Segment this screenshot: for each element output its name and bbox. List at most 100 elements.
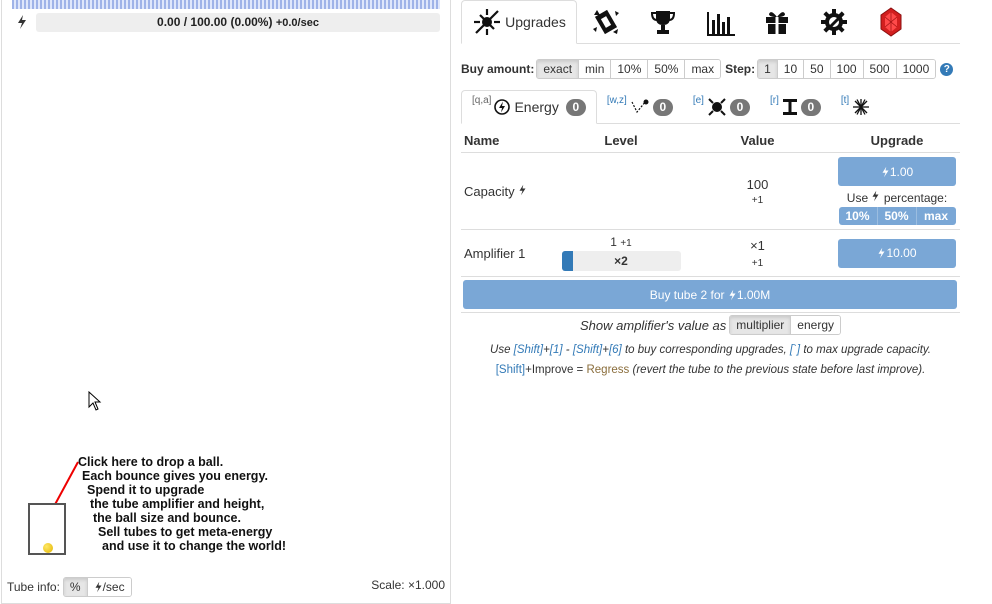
- step-1000[interactable]: 1000: [896, 60, 936, 78]
- main-tabs: Upgrades: [461, 0, 960, 44]
- buy-amount-exact[interactable]: exact: [537, 60, 580, 78]
- hotkey-label: [q,a]: [472, 94, 492, 106]
- table-row-amplifier: Amplifier 1 1 +1 ×2 ×1 +1 10.00: [461, 230, 960, 277]
- tab-statistics[interactable]: [691, 0, 748, 44]
- step-100[interactable]: 100: [830, 60, 864, 78]
- step-1[interactable]: 1: [758, 60, 778, 78]
- show-amp-energy[interactable]: energy: [791, 316, 840, 334]
- upgrades-table: Name Level Value Upgrade Capacity 100 +1…: [461, 128, 960, 277]
- capacity-value-main: 100: [746, 176, 769, 192]
- buy-amount-max[interactable]: max: [685, 60, 721, 78]
- buy-tube-button[interactable]: Buy tube 2 for 1.00M: [463, 280, 957, 309]
- keyboard-hints: Use [Shift]+[1] - [Shift]+[6] to buy cor…: [461, 340, 960, 380]
- note-max: to max upgrade capacity.: [803, 344, 931, 356]
- show-amp-label: Show amplifier's value as: [580, 317, 727, 333]
- tab-gifts[interactable]: [748, 0, 805, 44]
- energy-meter: 0.00 / 100.00 (0.00%) +0.0/sec: [12, 13, 440, 33]
- scale-readout: Scale: ×1.000: [371, 578, 445, 592]
- tab-spark[interactable]: [t]: [831, 90, 880, 124]
- capacity-pct-10[interactable]: 10%: [838, 207, 878, 225]
- hotkey-label: [t]: [840, 94, 850, 106]
- spark-icon: [853, 99, 870, 115]
- step-group: 1 10 50 100 500 1000: [757, 59, 937, 79]
- energy-icon: [729, 289, 736, 300]
- tab-energy[interactable]: [q,a] Energy 0: [461, 90, 597, 124]
- amplifier-value: ×1 +1: [681, 238, 834, 269]
- amplifier-progress-bar: ×2: [561, 251, 681, 271]
- step-500[interactable]: 500: [863, 60, 897, 78]
- tube-info-percent-button[interactable]: %: [63, 578, 88, 596]
- bounce-icon: [631, 99, 649, 114]
- hint-line: Each bounce gives you energy.: [82, 469, 268, 483]
- note-use: Use: [490, 344, 511, 356]
- buy-amount-10pct[interactable]: 10%: [611, 60, 649, 78]
- ball: [43, 543, 53, 553]
- step-10[interactable]: 10: [777, 60, 805, 78]
- regress-link[interactable]: Regress: [586, 364, 629, 376]
- key-6: [6]: [608, 344, 622, 356]
- capacity-value: 100 +1: [681, 177, 834, 206]
- help-icon[interactable]: ?: [940, 62, 954, 76]
- header-level: Level: [604, 132, 638, 148]
- tab-achievements[interactable]: [634, 0, 691, 44]
- tube-info: Tube info: % /sec: [7, 576, 132, 598]
- buy-amount-50pct[interactable]: 50%: [648, 60, 686, 78]
- tab-machine[interactable]: [577, 0, 634, 44]
- machine-icon: [592, 9, 619, 35]
- tab-settings[interactable]: [805, 0, 862, 44]
- capacity-pct-50[interactable]: 50%: [877, 207, 917, 225]
- capacity-upgrade: 1.00 Use percentage: 10% 50% max: [834, 157, 960, 225]
- amplifier-upgrade: 10.00: [834, 238, 960, 268]
- count-badge: 0: [800, 98, 821, 116]
- capacity-label: Capacity: [464, 183, 515, 199]
- buy-amount-min[interactable]: min: [579, 60, 612, 78]
- buy-tube-cost: 1.00M: [736, 287, 771, 302]
- note-improve: +Improve =: [525, 364, 584, 376]
- amplifier-buy-button[interactable]: 10.00: [838, 238, 956, 268]
- tab-upgrades[interactable]: Upgrades: [461, 0, 577, 44]
- hotkey-label: [e]: [692, 94, 704, 106]
- energy-icon: [872, 190, 879, 202]
- note-revert: (revert the tube to the previous state b…: [632, 364, 926, 376]
- amplifier-level: 1 +1 ×2: [561, 235, 681, 271]
- key-backtick: [`]: [789, 344, 801, 356]
- hint-line: the ball size and bounce.: [93, 511, 241, 525]
- table-header: Name Level Value Upgrade: [461, 128, 960, 153]
- amplifier-value-plus: +1: [751, 257, 764, 269]
- note-buy: to buy corresponding upgrades,: [624, 344, 787, 356]
- show-amp-multiplier[interactable]: multiplier: [730, 316, 792, 334]
- hint-line: the tube amplifier and height,: [90, 497, 265, 511]
- energy-bar: 0.00 / 100.00 (0.00%) +0.0/sec: [36, 13, 440, 32]
- key-shift: [Shift]: [495, 364, 526, 376]
- amplifier-value-main: ×1: [750, 237, 765, 253]
- energy-icon: [494, 99, 511, 115]
- mouse-cursor-icon: [88, 391, 102, 411]
- settings-icon: [820, 9, 847, 35]
- amplifier-level-value: 1: [610, 235, 617, 249]
- tab-ball[interactable]: [e] 0: [683, 90, 760, 124]
- ball-icon: [708, 98, 726, 116]
- energy-rate: +0.0/sec: [275, 17, 319, 29]
- capacity-pct-max[interactable]: max: [916, 207, 956, 225]
- tab-bounce[interactable]: [w,z] 0: [597, 90, 683, 124]
- capacity-percentage-group: 10% 50% max: [838, 207, 956, 225]
- key-shift: [Shift]: [513, 344, 544, 356]
- header-name: Name: [464, 132, 500, 148]
- hint-line: and use it to change the world!: [102, 539, 287, 553]
- hint-line: Click here to drop a ball.: [78, 455, 224, 469]
- capacity-buy-button[interactable]: 1.00: [838, 157, 956, 186]
- capacity-value-plus: +1: [751, 194, 764, 206]
- energy-icon: [95, 581, 102, 593]
- energy-icon: [519, 184, 526, 195]
- tube-info-rate-button[interactable]: /sec: [87, 578, 131, 596]
- energy-icon: [18, 15, 26, 29]
- energy-max: 100.00: [190, 15, 228, 29]
- step-50[interactable]: 50: [804, 60, 831, 78]
- energy-icon: [882, 166, 889, 177]
- tab-height[interactable]: [r] 0: [760, 90, 831, 124]
- game-panel[interactable]: 0.00 / 100.00 (0.00%) +0.0/sec Click her…: [1, 0, 451, 604]
- key-1: [1]: [549, 344, 563, 356]
- tab-ruby[interactable]: [862, 0, 919, 44]
- capacity-name: Capacity: [461, 184, 561, 199]
- tube[interactable]: [28, 503, 66, 555]
